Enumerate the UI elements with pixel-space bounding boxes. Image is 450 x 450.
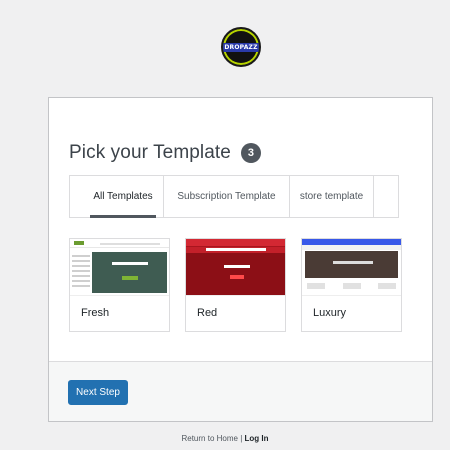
template-name: Luxury — [313, 307, 347, 319]
next-step-button[interactable]: Next Step — [68, 380, 128, 405]
tab-store-template[interactable]: store template — [290, 176, 374, 217]
page-title: Pick your Template — [69, 142, 231, 163]
logo-text: DROPAZZ — [223, 42, 259, 52]
template-card-luxury[interactable]: Luxury — [301, 238, 402, 332]
link-separator: | — [240, 434, 243, 443]
title-row: Pick your Template 3 — [69, 142, 261, 164]
template-picker-card: Pick your Template 3 All Templates Subsc… — [48, 97, 433, 422]
template-count-badge: 3 — [240, 143, 261, 163]
login-link[interactable]: Log In — [245, 434, 269, 443]
bottom-links: Return to Home | Log In — [0, 434, 450, 443]
card-footer: Next Step — [49, 361, 432, 421]
template-card-red[interactable]: Red — [185, 238, 286, 332]
template-thumbnail-red — [186, 239, 285, 296]
template-tabs: All Templates Subscription Template stor… — [69, 175, 399, 218]
template-thumbnail-luxury — [302, 239, 401, 296]
tab-all-templates[interactable]: All Templates — [83, 176, 164, 218]
template-thumbnail-fresh — [70, 239, 169, 296]
template-name: Red — [197, 307, 218, 319]
tabs-spacer — [70, 176, 83, 217]
template-grid: Fresh Red Luxury — [69, 238, 402, 332]
site-logo: DROPAZZ — [221, 27, 261, 67]
return-home-link[interactable]: Return to Home — [181, 434, 237, 443]
tab-subscription-template[interactable]: Subscription Template — [164, 176, 290, 217]
template-name: Fresh — [81, 307, 110, 319]
template-card-fresh[interactable]: Fresh — [69, 238, 170, 332]
